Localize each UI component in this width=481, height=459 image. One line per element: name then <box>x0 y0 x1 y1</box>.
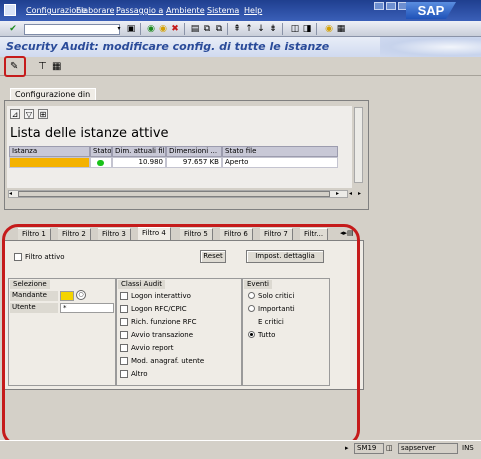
first-page-icon[interactable]: ⇞ <box>232 24 242 34</box>
back-icon[interactable]: ◉ <box>146 24 156 34</box>
insert-mode-icon: INS <box>462 444 474 452</box>
prev-page-icon[interactable]: ↑ <box>244 24 254 34</box>
help-icon[interactable]: ◉ <box>324 24 334 34</box>
column-header[interactable]: Dimensioni ... <box>166 146 222 157</box>
menu-help[interactable]: Help <box>244 6 262 15</box>
toolbar-separator <box>140 23 141 35</box>
list-title: Lista delle istanze attive <box>10 126 169 141</box>
details-icon[interactable]: ▦ <box>52 61 61 72</box>
highlight-box <box>4 56 26 77</box>
highlight-frame <box>2 224 360 446</box>
toolbar-separator <box>316 23 317 35</box>
command-field[interactable] <box>24 24 120 35</box>
find-next-icon[interactable]: ⧉ <box>214 24 224 34</box>
menu-passaggio-a[interactable]: Passaggio a <box>116 6 163 15</box>
find-list-icon[interactable]: ⊞ <box>38 109 48 119</box>
status-expand-icon[interactable]: ▸ <box>345 444 349 452</box>
vertical-scrollbar[interactable] <box>354 107 363 183</box>
print-list-icon[interactable]: ⊿ <box>10 109 20 119</box>
menu-sistema[interactable]: Sistema <box>207 6 239 15</box>
enter-icon[interactable]: ✔ <box>8 24 18 34</box>
column-header[interactable]: Istanza <box>9 146 90 157</box>
save-icon[interactable]: ▣ <box>126 24 136 34</box>
column-header[interactable]: Stato <box>90 146 112 157</box>
current-size-cell[interactable]: 10.980 <box>112 157 166 168</box>
title-decoration <box>380 37 481 57</box>
instance-cell[interactable] <box>9 157 90 168</box>
tab-configurazione-din[interactable]: Configurazione din <box>10 88 96 100</box>
server-name: sapserver <box>398 443 458 454</box>
minimize-icon[interactable] <box>374 2 384 10</box>
menu-ambiente[interactable]: Ambiente <box>166 6 205 15</box>
column-header[interactable]: Stato file <box>222 146 338 157</box>
last-page-icon[interactable]: ⇟ <box>268 24 278 34</box>
cancel-icon[interactable]: ✖ <box>170 24 180 34</box>
scroll-right-icon[interactable]: ▸ <box>336 190 339 197</box>
dropdown-icon[interactable]: ▾ <box>114 24 124 34</box>
file-status-cell[interactable]: Aperto <box>222 157 338 168</box>
scroll-left-icon[interactable]: ◂ <box>349 190 352 197</box>
sap-logo: SAP <box>406 2 456 19</box>
menu-elaborare[interactable]: Elaborare <box>76 6 114 15</box>
menu-bar: Configurazione Elaborare Passaggio a Amb… <box>0 0 481 21</box>
print-icon[interactable]: ▤ <box>190 24 200 34</box>
toolbar-separator <box>282 23 283 35</box>
transaction-code: SM19 <box>354 443 384 454</box>
server-list-icon[interactable]: ◫ <box>386 444 393 452</box>
filter-list-icon[interactable]: ▽ <box>24 109 34 119</box>
toolbar-separator <box>184 23 185 35</box>
shortcut-icon[interactable]: ◨ <box>302 24 312 34</box>
size-cell[interactable]: 97.657 KB <box>166 157 222 168</box>
exit-icon[interactable]: ◉ <box>158 24 168 34</box>
scrollbar-thumb[interactable] <box>18 191 330 197</box>
application-toolbar <box>0 57 481 76</box>
sap-window-icon[interactable] <box>4 4 16 16</box>
next-page-icon[interactable]: ↓ <box>256 24 266 34</box>
layout-icon[interactable]: ▦ <box>336 24 346 34</box>
scroll-left-icon[interactable]: ◂ <box>9 190 12 197</box>
filter-icon[interactable]: ⊤ <box>38 61 47 72</box>
toolbar-separator <box>227 23 228 35</box>
scroll-right-icon[interactable]: ▸ <box>358 190 361 197</box>
maximize-icon[interactable] <box>386 2 396 10</box>
new-session-icon[interactable]: ◫ <box>290 24 300 34</box>
page-title: Security Audit: modificare config. di tu… <box>6 40 330 53</box>
status-green-icon <box>97 160 104 166</box>
find-icon[interactable]: ⧉ <box>202 24 212 34</box>
column-header[interactable]: Dim. attuali file <box>112 146 166 157</box>
